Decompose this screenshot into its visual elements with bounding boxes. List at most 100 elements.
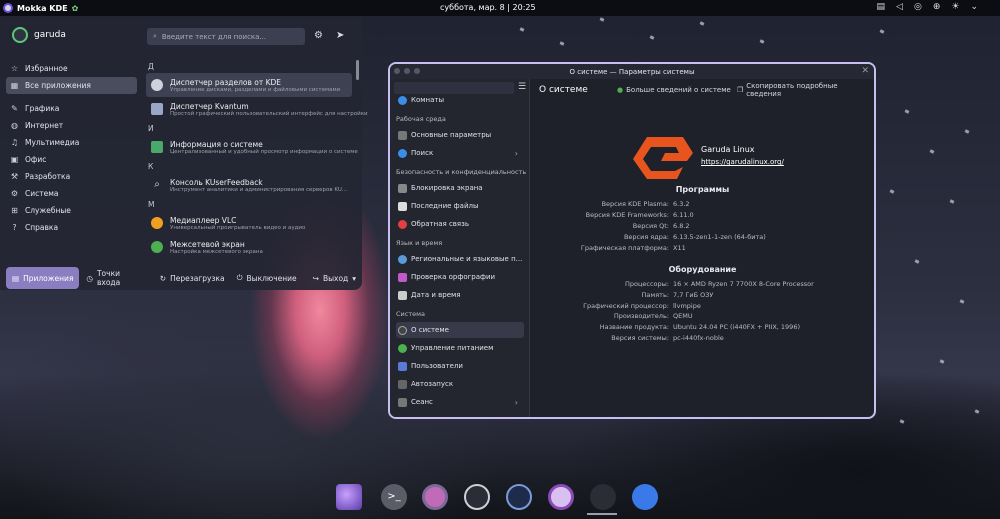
notifications-icon[interactable]: ⊕	[933, 2, 941, 12]
hamburger-menu-icon[interactable]: ☰	[518, 82, 526, 92]
avatar	[12, 27, 28, 43]
info-row: Версия KDE Plasma: 6.3.2	[601, 200, 690, 208]
app-firewall[interactable]: Межсетевой экран Настройка межсетевого эк…	[146, 235, 352, 259]
sidebar-item-power[interactable]: Управление питанием	[396, 340, 524, 356]
chevron-down-icon[interactable]: ⌄	[970, 2, 978, 12]
volume-icon[interactable]: ◁	[896, 2, 903, 12]
category-utilities[interactable]: ⊞ Служебные	[6, 202, 137, 219]
more-info-button[interactable]: ● Больше сведений о системе	[617, 86, 731, 94]
sidebar-item-screen-lock[interactable]: Блокировка экрана	[396, 180, 524, 196]
users-icon	[398, 361, 407, 371]
about-page: О системе ● Больше сведений о системе ❐ Ск…	[531, 79, 874, 417]
lock-icon	[398, 183, 407, 193]
logout-icon: ↪	[312, 273, 319, 283]
info-row: Производитель: QEMU	[613, 312, 693, 320]
sidebar-section: Система	[396, 310, 426, 318]
terminal-icon[interactable]: >_	[381, 484, 407, 510]
rooms-icon	[398, 95, 407, 105]
category-help[interactable]: ? Справка	[6, 219, 137, 236]
power-icon: ⏻	[236, 273, 243, 282]
letter-header: М	[148, 200, 155, 209]
category-system[interactable]: ⚙ Система	[6, 185, 137, 202]
toggle-icon[interactable]	[590, 484, 616, 510]
app-vlc[interactable]: Медиаплеер VLC Универсальный проигрывател…	[146, 211, 352, 235]
settings-sidebar: ☰ Комнаты Рабочая среда Основные парамет…	[390, 79, 530, 417]
grid-icon: ▤	[12, 273, 20, 283]
sidebar-item-spellcheck[interactable]: Проверка орфографии	[396, 269, 524, 285]
sidebar-item-users[interactable]: Пользователи	[396, 358, 524, 374]
system-settings-window: О системе — Параметры системы ✕ ☰ Комнат…	[388, 62, 876, 419]
sidebar-item-session[interactable]: Сеанс ›	[396, 394, 524, 410]
pin-icon[interactable]: ➤	[336, 30, 344, 41]
category-development[interactable]: ⚒ Разработка	[6, 168, 137, 185]
username: garuda	[34, 30, 66, 40]
app-kuserfeedback[interactable]: ⌕ Консоль KUserFeedback Инструмент аналит…	[146, 173, 352, 197]
info-row: Версия KDE Frameworks: 6.11.0	[585, 211, 694, 219]
hardware-section-title: Оборудование	[668, 265, 737, 274]
active-app-title: Mokka KDE	[17, 3, 68, 13]
copy-details-button[interactable]: ❐ Скопировать подробные сведения	[737, 82, 868, 98]
partition-manager-icon	[151, 79, 163, 91]
graphics-icon: ✎	[11, 104, 18, 113]
sidebar-item-recent-files[interactable]: Последние файлы	[396, 198, 524, 214]
garuda-icon[interactable]	[336, 484, 362, 510]
category-internet[interactable]: ◍ Интернет	[6, 117, 137, 134]
keep-above-icon[interactable]	[404, 68, 410, 74]
autostart-icon	[398, 379, 407, 389]
category-all-apps[interactable]: ▦ Все приложения	[6, 77, 137, 94]
info-row: Версия ядра: 6.13.5-zen1-1-zen (64-бита)	[623, 233, 766, 241]
settings-icon[interactable]	[422, 484, 448, 510]
grid-icon: ▦	[10, 81, 19, 90]
top-panel: Mokka KDE ✿ суббота, мар. 8 | 20:25 ▤ ◁ …	[0, 0, 1000, 16]
app-system-info[interactable]: Информация о системе Централизованный и у…	[146, 135, 358, 159]
app-launcher-icon[interactable]	[3, 3, 13, 13]
clock[interactable]: суббота, мар. 8 | 20:25	[440, 3, 536, 12]
search-input[interactable]: ⌕ Введите текст для поиска...	[147, 28, 305, 45]
brightness-icon[interactable]: ☀	[951, 2, 959, 12]
window-menu-icon[interactable]	[394, 68, 400, 74]
category-favorites[interactable]: ☆ Избранное	[6, 60, 137, 77]
shutdown-button[interactable]: ⏻ Выключение	[237, 273, 297, 283]
active-indicator	[587, 513, 617, 515]
sidebar-item-datetime[interactable]: Дата и время	[396, 287, 524, 303]
sidebar-item-search[interactable]: Поиск ›	[396, 145, 524, 161]
settings-icon[interactable]: ⚙	[314, 30, 323, 41]
logout-button[interactable]: ↪ Выход ▾	[313, 274, 356, 283]
clipboard-icon[interactable]: ▤	[877, 2, 886, 12]
app-kvantum[interactable]: Диспетчер Kvantum Простой графический пол…	[146, 97, 368, 121]
monitor-icon[interactable]	[506, 484, 532, 510]
development-icon: ⚒	[10, 172, 19, 181]
window-titlebar[interactable]: О системе — Параметры системы ✕	[390, 64, 874, 79]
globe-icon: ◍	[11, 121, 18, 130]
store-icon[interactable]	[632, 484, 658, 510]
sidebar-item-regional[interactable]: Региональные и языковые п...	[396, 251, 524, 267]
magnifier-icon: ⌕	[154, 179, 160, 190]
software-section-title: Программы	[675, 185, 730, 194]
os-website-link[interactable]: https://garudalinux.org/	[701, 158, 784, 166]
tab-applications[interactable]: ▤ Приложения	[6, 267, 80, 289]
sidebar-item-rooms[interactable]: Комнаты	[396, 92, 524, 108]
close-icon[interactable]: ✕	[861, 66, 869, 76]
search-placeholder: Введите текст для поиска...	[161, 32, 267, 41]
shade-icon[interactable]	[414, 68, 420, 74]
reboot-button[interactable]: ↻ Перезагрузка	[160, 274, 225, 283]
tab-places[interactable]: ◷ Точки входа	[86, 269, 124, 287]
info-row: Графический процессор: llvmpipe	[583, 302, 701, 310]
category-multimedia[interactable]: ♫ Мультимедиа	[6, 134, 137, 151]
files-icon[interactable]	[464, 484, 490, 510]
app-partition-manager[interactable]: Диспетчер разделов от KDE Управление диск…	[146, 73, 352, 97]
sidebar-item-general[interactable]: Основные параметры	[396, 127, 524, 143]
sidebar-item-feedback[interactable]: Обратная связь	[396, 216, 524, 232]
info-row: Название продукта: Ubuntu 24.04 PC (i440F…	[599, 323, 800, 331]
user-profile[interactable]: garuda	[12, 27, 66, 43]
octopi-icon[interactable]	[548, 484, 574, 510]
network-icon[interactable]: ◎	[914, 2, 922, 12]
general-icon	[398, 130, 407, 140]
sidebar-item-autostart[interactable]: Автозапуск	[396, 376, 524, 392]
sidebar-item-about[interactable]: О системе	[396, 322, 524, 338]
category-graphics[interactable]: ✎ Графика	[6, 100, 137, 117]
system-info-icon	[151, 141, 163, 153]
category-office[interactable]: ▣ Офис	[6, 151, 137, 168]
feedback-icon	[398, 219, 407, 229]
app-list-scrollbar[interactable]	[356, 60, 359, 80]
